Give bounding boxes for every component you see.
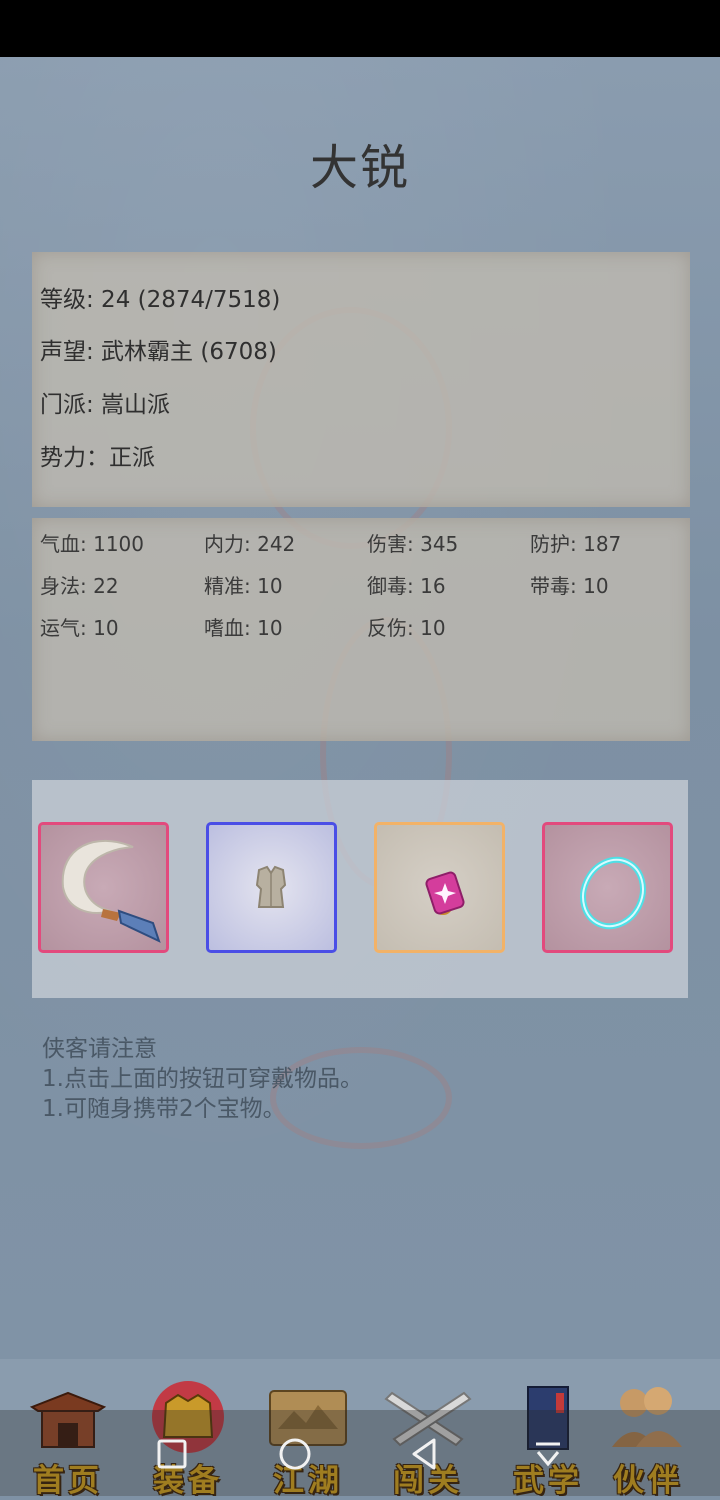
- equipment-panel: [32, 780, 688, 998]
- stat-hp: 气血: 1100: [40, 532, 144, 556]
- stat-poison: 带毒: 10: [530, 574, 609, 598]
- stat-damage: 伤害: 345: [367, 532, 459, 556]
- stat-reflect: 反伤: 10: [367, 616, 446, 640]
- gem-ring-icon: [425, 871, 465, 915]
- page-title: 大锐: [309, 140, 410, 196]
- character-info-panel: 等级: 24 (2874/7518) 声望: 武林霸主 (6708) 门派: 嵩…: [32, 252, 690, 507]
- curved-blade-icon: [61, 839, 161, 943]
- stat-poison-resist: 御毒: 16: [367, 574, 446, 598]
- stat-internal-power: 内力: 242: [204, 532, 296, 556]
- jade-bracelet-icon: [580, 856, 646, 930]
- faction-text: 势力：正派: [40, 445, 155, 471]
- stat-agility: 身法: 22: [40, 574, 119, 598]
- stat-luck: 运气: 10: [40, 616, 119, 640]
- equipment-slot-accessory[interactable]: [374, 822, 505, 953]
- equipment-slot-treasure[interactable]: [542, 822, 673, 953]
- level-text: 等级: 24 (2874/7518): [40, 287, 281, 313]
- attribute-stats-panel: 气血: 1100 内力: 242 伤害: 345 防护: 187 身法: 22 …: [32, 518, 690, 741]
- back-icon[interactable]: [406, 1436, 442, 1472]
- keyboard-hide-icon[interactable]: [530, 1436, 566, 1472]
- stat-defense: 防护: 187: [530, 532, 622, 556]
- notice-line-2: 1.可随身携带2个宝物。: [42, 1096, 286, 1122]
- equipment-slot-armor[interactable]: [206, 822, 337, 953]
- system-navigation-bar: [0, 1410, 720, 1496]
- recent-apps-icon[interactable]: [154, 1436, 190, 1472]
- sect-text: 门派: 嵩山派: [40, 392, 171, 418]
- stat-accuracy: 精准: 10: [204, 574, 283, 598]
- status-bar: [0, 0, 720, 57]
- equipment-slot-weapon[interactable]: [38, 822, 169, 953]
- reputation-text: 声望: 武林霸主 (6708): [40, 339, 277, 365]
- notice-line-1: 1.点击上面的按钮可穿戴物品。: [42, 1066, 363, 1092]
- notice-section: 侠客请注意 1.点击上面的按钮可穿戴物品。 1.可随身携带2个宝物。: [42, 1034, 363, 1124]
- notice-heading: 侠客请注意: [42, 1036, 157, 1062]
- home-icon[interactable]: [277, 1436, 313, 1472]
- stat-bloodthirst: 嗜血: 10: [204, 616, 283, 640]
- armor-vest-icon: [255, 865, 287, 908]
